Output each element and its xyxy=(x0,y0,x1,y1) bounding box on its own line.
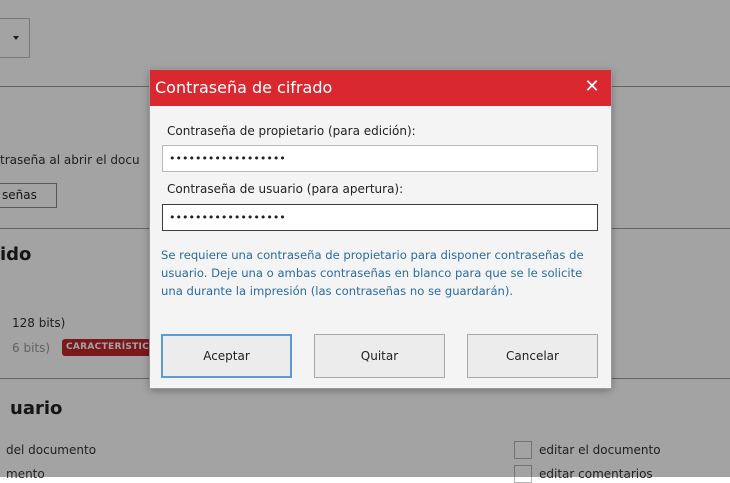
user-password-field[interactable] xyxy=(162,204,598,231)
cancel-button[interactable]: Cancelar xyxy=(467,334,598,378)
accept-button[interactable]: Aceptar xyxy=(161,334,292,378)
encryption-password-dialog: Contraseña de cifrado ✕ Contraseña de pr… xyxy=(150,70,611,388)
owner-password-label: Contraseña de propietario (para edición)… xyxy=(167,124,416,138)
dialog-header: Contraseña de cifrado ✕ xyxy=(150,70,611,106)
remove-button[interactable]: Quitar xyxy=(314,334,445,378)
close-icon[interactable]: ✕ xyxy=(583,77,601,97)
user-password-label: Contraseña de usuario (para apertura): xyxy=(167,182,404,196)
password-info-text: Se requiere una contraseña de propietari… xyxy=(161,248,584,298)
dialog-title: Contraseña de cifrado xyxy=(155,78,333,97)
owner-password-field[interactable] xyxy=(162,145,598,172)
